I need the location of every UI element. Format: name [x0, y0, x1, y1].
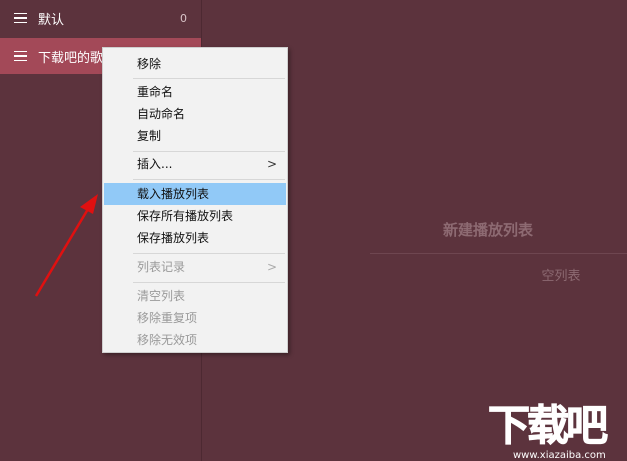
watermark-url: www.xiazaiba.com: [513, 450, 606, 461]
menu-separator: [133, 179, 285, 180]
menu-item-remove[interactable]: 移除: [104, 53, 286, 75]
menu-separator: [133, 282, 285, 283]
submenu-arrow-icon: >: [266, 157, 277, 171]
watermark-logo: 下载吧 www.xiazaiba.com: [487, 401, 623, 461]
context-menu: 移除 重命名 自动命名 复制 插入... > 载入播放列表 保存所有播放列表 保…: [102, 47, 288, 353]
menu-item-insert[interactable]: 插入... >: [104, 153, 286, 175]
watermark-text: 下载吧: [487, 401, 608, 450]
menu-item-copy[interactable]: 复制: [104, 125, 286, 147]
menu-item-remove-duplicates[interactable]: 移除重复项: [104, 307, 286, 329]
menu-item-load-playlist[interactable]: 载入播放列表: [104, 183, 286, 205]
menu-item-rename[interactable]: 重命名: [104, 81, 286, 103]
annotation-arrow-icon: [34, 194, 98, 297]
menu-separator: [133, 253, 285, 254]
menu-item-list-history[interactable]: 列表记录 >: [104, 256, 286, 278]
menu-separator: [133, 78, 285, 79]
menu-item-save-playlist[interactable]: 保存播放列表: [104, 227, 286, 249]
menu-item-save-all-playlists[interactable]: 保存所有播放列表: [104, 205, 286, 227]
menu-item-auto-name[interactable]: 自动命名: [104, 103, 286, 125]
submenu-arrow-icon: >: [266, 260, 277, 274]
menu-item-clear-list[interactable]: 清空列表: [104, 285, 286, 307]
menu-item-remove-invalid[interactable]: 移除无效项: [104, 329, 286, 351]
menu-separator: [133, 151, 285, 152]
